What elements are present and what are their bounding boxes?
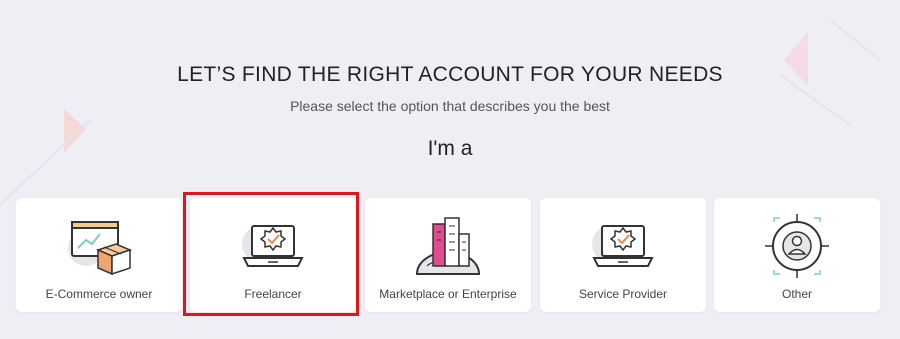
page-title: LET’S FIND THE RIGHT ACCOUNT FOR YOUR NE… xyxy=(177,63,723,86)
option-card-service-provider[interactable]: Service Provider xyxy=(540,198,706,312)
laptop-badge-icon xyxy=(242,225,304,267)
laptop-badge-icon xyxy=(592,225,654,267)
option-label: Freelancer xyxy=(244,287,302,301)
option-card-ecommerce-owner[interactable]: E-Commerce owner xyxy=(16,198,182,312)
option-card-other[interactable]: Other xyxy=(714,198,880,312)
ecommerce-box-icon xyxy=(68,221,133,276)
option-label: Marketplace or Enterprise xyxy=(379,287,517,301)
option-label: E-Commerce owner xyxy=(45,287,153,301)
im-a-prompt: I'm a xyxy=(427,137,473,160)
option-label: Service Provider xyxy=(578,287,668,301)
user-target-icon xyxy=(765,214,829,278)
option-card-marketplace-enterprise[interactable]: Marketplace or Enterprise xyxy=(365,198,531,312)
page-subtitle: Please select the option that describes … xyxy=(290,98,610,114)
city-globe-icon xyxy=(415,217,481,275)
option-label: Other xyxy=(781,287,812,301)
option-card-freelancer[interactable]: Freelancer xyxy=(190,198,356,312)
